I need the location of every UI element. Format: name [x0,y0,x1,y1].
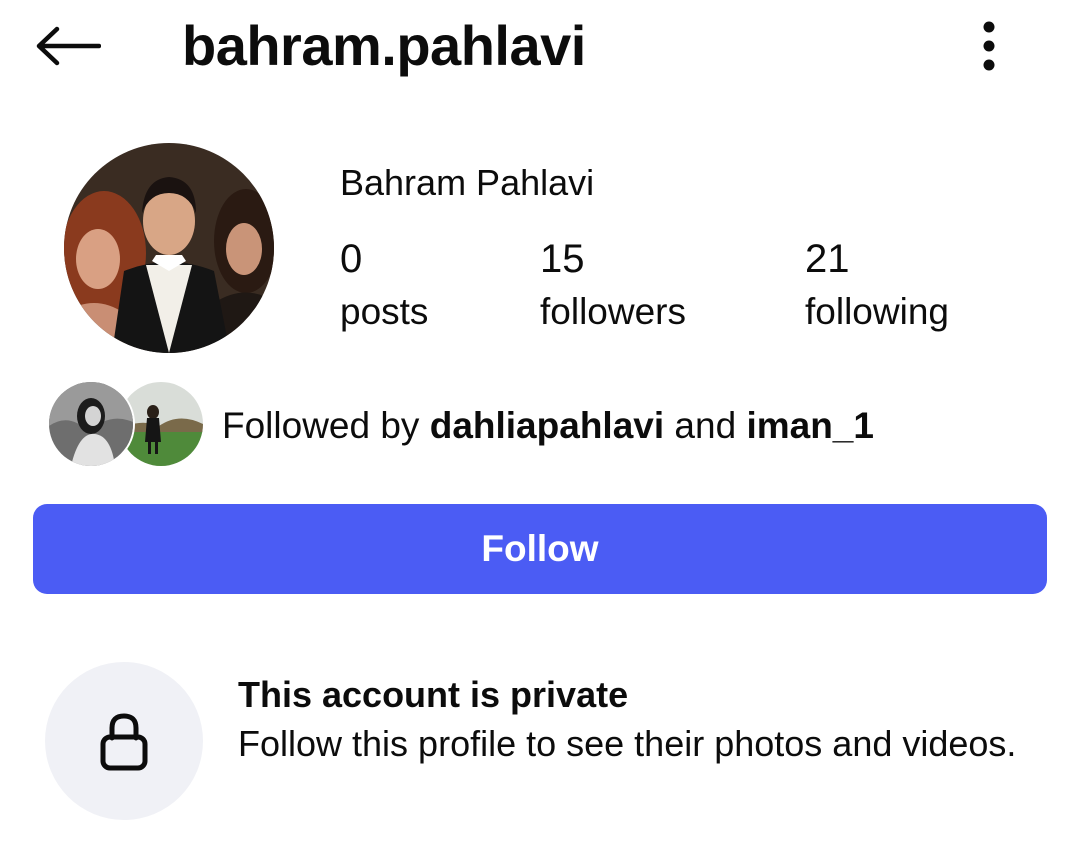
stat-followers-count: 15 [540,237,585,281]
profile-avatar[interactable] [64,143,274,353]
mutual-user-2-link[interactable]: iman_1 [746,405,874,446]
stat-following[interactable]: 21 following [805,234,949,340]
top-bar: bahram.pahlavi [0,0,1080,92]
stat-posts-count: 0 [340,237,363,281]
private-account-description: Follow this profile to see their photos … [238,723,1017,764]
profile-username: bahram.pahlavi [182,14,586,77]
more-options-button[interactable] [966,16,1012,76]
stat-posts: 0 posts [340,234,428,340]
mutual-followers-avatars[interactable] [47,380,205,468]
followed-by-prefix: Followed by [222,405,420,446]
followed-by-text: Followed by dahliapahlavi and iman_1 [222,402,874,450]
lock-badge [45,662,203,820]
mutual-avatar-1 [47,380,135,468]
private-account-title: This account is private [238,674,629,715]
profile-photo [64,143,274,353]
followed-by-joiner: and [674,405,737,446]
stat-followers-label: followers [540,291,686,332]
back-button[interactable] [30,20,106,72]
stat-following-count: 21 [805,237,850,281]
lock-icon [100,713,148,771]
more-vertical-icon [983,21,995,71]
profile-full-name: Bahram Pahlavi [340,162,595,203]
stat-following-label: following [805,291,949,332]
arrow-left-icon [36,26,101,66]
follow-button[interactable]: Follow [33,504,1047,594]
stat-posts-label: posts [340,291,429,332]
stat-followers[interactable]: 15 followers [540,234,686,340]
mutual-user-1-link[interactable]: dahliapahlavi [430,405,664,446]
